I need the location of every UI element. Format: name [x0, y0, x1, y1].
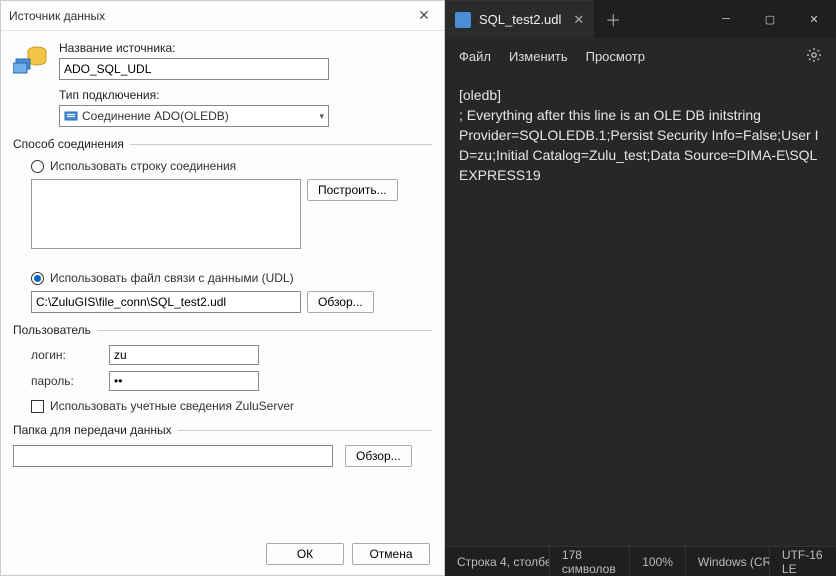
tab-close-icon[interactable]: ✕	[573, 12, 584, 28]
radio-connstr-label: Использовать строку соединения	[50, 159, 236, 173]
cancel-button[interactable]: Отмена	[352, 543, 430, 565]
status-encoding: UTF-16 LE	[770, 547, 836, 576]
notepad-menubar: Файл Изменить Просмотр	[445, 38, 836, 74]
connstr-textarea[interactable]	[31, 179, 301, 249]
conn-type-value: Соединение ADO(OLEDB)	[82, 109, 319, 123]
notepad-tab[interactable]: SQL_test2.udl ✕	[445, 0, 594, 38]
file-icon	[455, 12, 471, 28]
transfer-folder-input[interactable]	[13, 445, 333, 467]
conn-type-select[interactable]: Соединение ADO(OLEDB) ▾	[59, 105, 329, 127]
password-input[interactable]	[109, 371, 259, 391]
editor-content: [oledb] ; Everything after this line is …	[459, 87, 818, 183]
radio-udl-label: Использовать файл связи с данными (UDL)	[50, 271, 294, 285]
dialog-body: Название источника: Тип подключения: Сое…	[1, 31, 444, 533]
status-position: Строка 4, столбец 1	[445, 547, 550, 576]
radio-connstr[interactable]	[31, 160, 44, 173]
password-label: пароль:	[31, 374, 101, 388]
browse-transfer-button[interactable]: Обзор...	[345, 445, 412, 467]
browse-udl-button[interactable]: Обзор...	[307, 291, 374, 313]
tab-filename: SQL_test2.udl	[479, 12, 561, 27]
udl-path-input[interactable]	[31, 291, 301, 313]
gear-icon[interactable]	[806, 47, 822, 66]
status-chars: 178 символов	[550, 547, 630, 576]
conn-type-label: Тип подключения:	[59, 88, 432, 102]
user-group-title: Пользователь	[13, 323, 97, 337]
menu-view[interactable]: Просмотр	[586, 49, 645, 64]
notepad-window: SQL_test2.udl ✕ ＋ ─ ▢ ✕ Файл Изменить Пр…	[445, 0, 836, 576]
transfer-group-title: Папка для передачи данных	[13, 423, 178, 437]
maximize-button[interactable]: ▢	[748, 0, 792, 38]
zulu-creds-checkbox[interactable]	[31, 400, 44, 413]
source-name-label: Название источника:	[59, 41, 432, 55]
ok-button[interactable]: ОК	[266, 543, 344, 565]
add-tab-button[interactable]: ＋	[594, 7, 632, 31]
close-icon[interactable]: ✕	[412, 4, 436, 28]
statusbar: Строка 4, столбец 1 178 символов 100% Wi…	[445, 546, 836, 576]
dialog-title: Источник данных	[9, 9, 412, 23]
source-name-input[interactable]	[59, 58, 329, 80]
build-button[interactable]: Построить...	[307, 179, 398, 201]
editor-area[interactable]: [oledb] ; Everything after this line is …	[445, 74, 836, 546]
radio-udl[interactable]	[31, 272, 44, 285]
login-label: логин:	[31, 348, 101, 362]
oledb-icon	[64, 109, 78, 123]
status-zoom[interactable]: 100%	[630, 547, 686, 576]
status-eol: Windows (CRLF)	[686, 547, 770, 576]
notepad-titlebar: SQL_test2.udl ✕ ＋ ─ ▢ ✕	[445, 0, 836, 38]
menu-file[interactable]: Файл	[459, 49, 491, 64]
database-icon	[13, 41, 49, 77]
dialog-titlebar: Источник данных ✕	[1, 1, 444, 31]
minimize-button[interactable]: ─	[704, 0, 748, 38]
window-close-button[interactable]: ✕	[792, 0, 836, 38]
menu-edit[interactable]: Изменить	[509, 49, 568, 64]
method-group-title: Способ соединения	[13, 137, 130, 151]
dialog-footer: ОК Отмена	[1, 533, 444, 575]
login-input[interactable]	[109, 345, 259, 365]
zulu-creds-label: Использовать учетные сведения ZuluServer	[50, 399, 294, 413]
chevron-down-icon: ▾	[319, 111, 324, 122]
datasource-dialog: Источник данных ✕ Название источника: Ти…	[0, 0, 445, 576]
